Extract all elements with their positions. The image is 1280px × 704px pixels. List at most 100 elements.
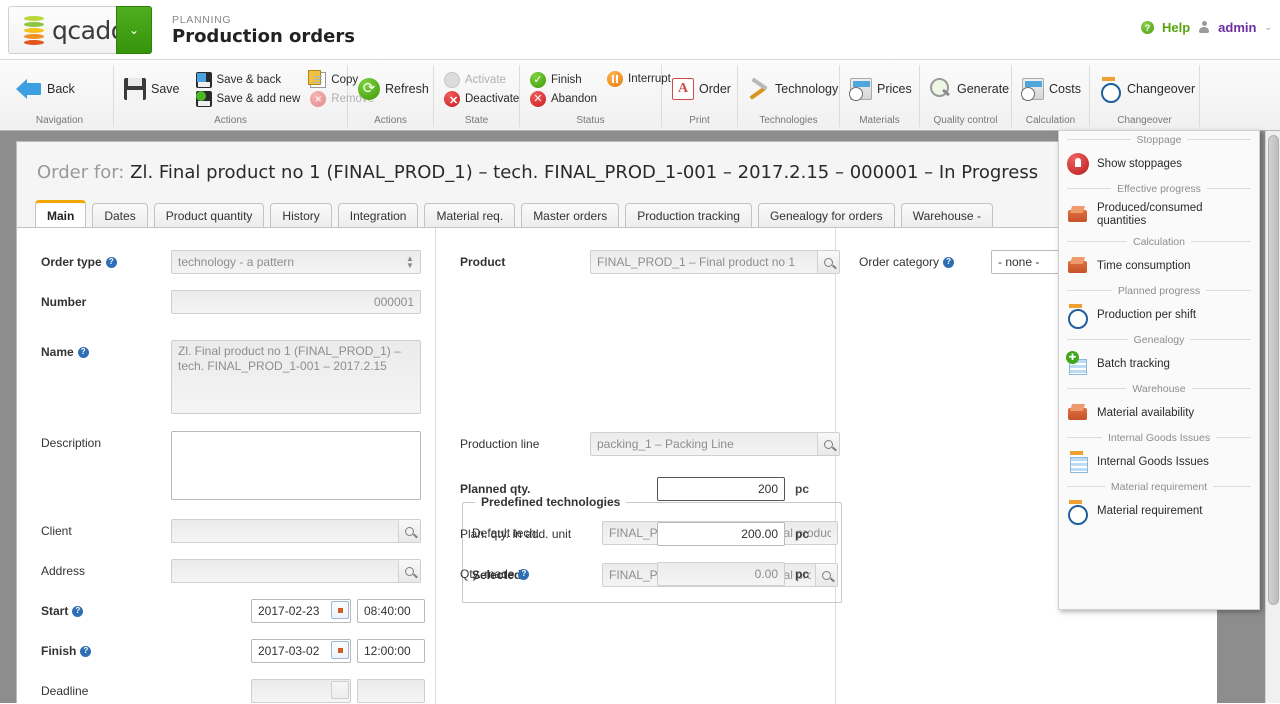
menu-item-show-stoppages[interactable]: Show stoppages bbox=[1059, 148, 1259, 180]
header-right-area: ? Help admin ⌄ bbox=[1140, 20, 1272, 35]
start-time-input[interactable] bbox=[357, 599, 425, 623]
client-label: Client bbox=[41, 524, 72, 538]
planned-qty-input[interactable] bbox=[657, 477, 785, 501]
help-icon[interactable]: ? bbox=[943, 256, 955, 268]
name-label: Name bbox=[41, 345, 74, 359]
refresh-button[interactable]: Refresh bbox=[358, 78, 429, 100]
order-type-select[interactable] bbox=[171, 250, 421, 274]
save-and-back-button[interactable]: Save & back bbox=[195, 71, 301, 88]
print-order-button[interactable]: Order bbox=[672, 78, 731, 100]
ribbon-group-title: Actions bbox=[214, 115, 247, 126]
help-icon[interactable]: ? bbox=[518, 568, 530, 580]
menu-separator-stoppage: Stoppage bbox=[1059, 131, 1259, 148]
help-icon[interactable]: ? bbox=[77, 346, 89, 358]
menu-separator-genealogy: Genealogy bbox=[1059, 331, 1259, 348]
finish-time-input[interactable] bbox=[357, 639, 425, 663]
tab-warehouse[interactable]: Warehouse - bbox=[900, 203, 993, 228]
page-vertical-scrollbar[interactable] bbox=[1265, 131, 1280, 703]
save-button[interactable]: Save bbox=[124, 78, 180, 100]
help-link[interactable]: Help bbox=[1162, 20, 1190, 35]
help-icon[interactable]: ? bbox=[80, 645, 92, 657]
qty-made-input bbox=[657, 562, 785, 586]
tab-history[interactable]: History bbox=[270, 203, 332, 228]
menu-item-material-requirement[interactable]: Material requirement bbox=[1059, 495, 1259, 527]
save-and-add-new-button[interactable]: Save & add new bbox=[195, 90, 300, 107]
batch-list-plus-icon bbox=[1066, 351, 1089, 375]
tab-integration[interactable]: Integration bbox=[337, 203, 419, 228]
calendar-icon[interactable] bbox=[331, 641, 349, 659]
tab-main[interactable]: Main bbox=[35, 200, 87, 228]
finish-label: Finish bbox=[41, 644, 77, 658]
activate-button[interactable]: Activate bbox=[444, 71, 519, 88]
search-icon[interactable] bbox=[398, 560, 420, 582]
production-line-input[interactable] bbox=[590, 432, 840, 456]
tab-genealogy-for-orders[interactable]: Genealogy for orders bbox=[757, 203, 895, 228]
pdf-icon bbox=[672, 78, 694, 100]
chevron-down-icon[interactable]: ⌄ bbox=[1264, 22, 1272, 33]
field-qty-made: Qty. made ? pc bbox=[460, 562, 809, 586]
help-icon[interactable]: ? bbox=[72, 605, 84, 617]
planned-qty-add-unit-input[interactable] bbox=[657, 522, 785, 546]
deactivate-button[interactable]: Deactivate bbox=[444, 90, 520, 107]
tab-bar: Main Dates Product quantity History Inte… bbox=[35, 200, 993, 228]
abandon-button[interactable]: Abandon bbox=[530, 90, 597, 107]
menu-item-material-availability[interactable]: Material availability bbox=[1059, 397, 1259, 429]
ribbon-group-title: Materials bbox=[859, 115, 900, 126]
prices-label: Prices bbox=[877, 82, 912, 96]
tab-production-tracking[interactable]: Production tracking bbox=[625, 203, 752, 228]
number-label: Number bbox=[41, 295, 87, 309]
product-input[interactable] bbox=[590, 250, 840, 274]
product-label: Product bbox=[460, 255, 506, 269]
chevron-down-icon: ⌄ bbox=[128, 23, 140, 37]
order-category-label: Order category bbox=[859, 255, 940, 269]
tab-material-req[interactable]: Material req. bbox=[424, 203, 516, 228]
activate-icon bbox=[444, 71, 460, 88]
finish-button[interactable]: Finish bbox=[530, 71, 597, 88]
back-button[interactable]: Back bbox=[16, 77, 75, 101]
tab-product-quantity[interactable]: Product quantity bbox=[153, 203, 265, 228]
ribbon-group-title: Calculation bbox=[1025, 115, 1076, 126]
menu-item-batch-tracking[interactable]: Batch tracking bbox=[1059, 348, 1259, 380]
logo-dropdown-button[interactable]: ⌄ bbox=[116, 6, 152, 54]
tab-dates[interactable]: Dates bbox=[92, 203, 148, 228]
deadline-label: Deadline bbox=[41, 684, 89, 698]
deadline-time-input[interactable] bbox=[357, 679, 425, 703]
name-textarea[interactable] bbox=[171, 340, 421, 414]
search-icon[interactable] bbox=[817, 251, 839, 273]
search-icon[interactable] bbox=[817, 433, 839, 455]
menu-item-produced-consumed-quantities[interactable]: Produced/consumed quantities bbox=[1059, 197, 1259, 233]
menu-item-production-per-shift[interactable]: Production per shift bbox=[1059, 299, 1259, 331]
generate-button[interactable]: Generate bbox=[930, 78, 1009, 100]
refresh-button-label: Refresh bbox=[385, 82, 429, 96]
planned-qty-add-unit-unit: pc bbox=[795, 527, 810, 541]
changeover-button[interactable]: Changeover bbox=[1100, 77, 1195, 103]
costs-button[interactable]: Costs bbox=[1021, 78, 1081, 101]
technology-button[interactable]: Technology bbox=[748, 78, 838, 100]
user-menu-label[interactable]: admin bbox=[1218, 20, 1256, 35]
app-header: qcadoo ⌄ PLANNING Production orders ? He… bbox=[0, 0, 1280, 60]
field-description: Description bbox=[41, 431, 421, 500]
clock-icon bbox=[1067, 304, 1089, 329]
help-icon[interactable]: ? bbox=[105, 256, 117, 268]
deactivate-label: Deactivate bbox=[465, 92, 520, 105]
box-icon bbox=[1067, 402, 1089, 424]
activate-label: Activate bbox=[465, 73, 506, 86]
client-input[interactable] bbox=[171, 519, 421, 543]
description-textarea[interactable] bbox=[171, 431, 421, 500]
menu-item-time-consumption[interactable]: Time consumption bbox=[1059, 250, 1259, 282]
ribbon-group-title: State bbox=[464, 115, 489, 126]
prices-button[interactable]: Prices bbox=[849, 78, 912, 101]
field-production-line: Production line bbox=[460, 432, 840, 456]
field-planned-qty: Planned qty. pc bbox=[460, 477, 809, 501]
number-input[interactable] bbox=[171, 290, 421, 314]
search-icon[interactable] bbox=[398, 520, 420, 542]
scrollbar-thumb[interactable] bbox=[1268, 135, 1279, 605]
calculator-clock-icon bbox=[1021, 78, 1044, 101]
tab-master-orders[interactable]: Master orders bbox=[521, 203, 620, 228]
search-icon[interactable] bbox=[815, 564, 837, 586]
address-input[interactable] bbox=[171, 559, 421, 583]
calendar-icon[interactable] bbox=[331, 681, 349, 699]
planned-qty-label: Planned qty. bbox=[460, 482, 531, 496]
calendar-icon[interactable] bbox=[331, 601, 349, 619]
menu-item-internal-goods-issues[interactable]: Internal Goods Issues bbox=[1059, 446, 1259, 478]
